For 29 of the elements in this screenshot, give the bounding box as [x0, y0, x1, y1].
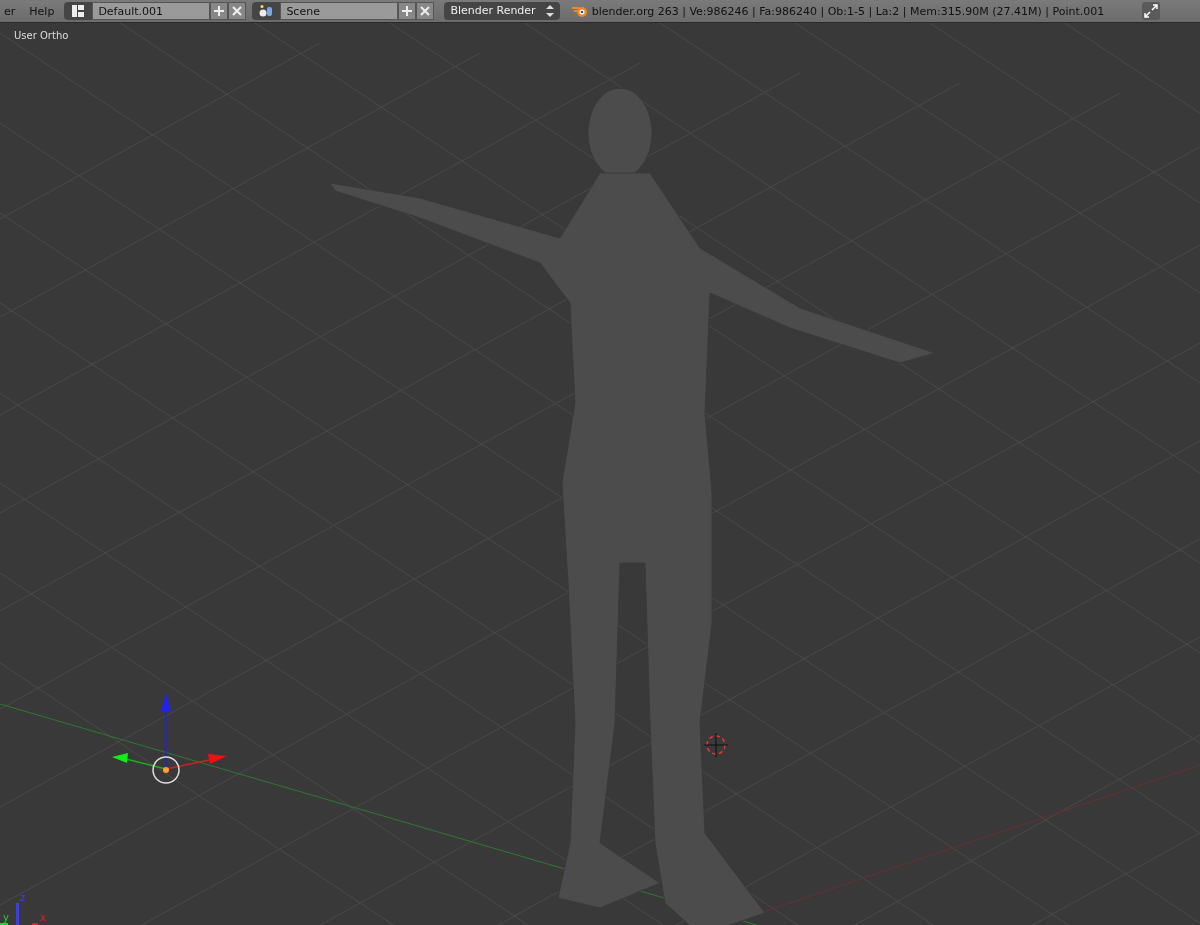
menu-item[interactable]: Help	[25, 4, 59, 18]
render-engine-dropdown[interactable]: Blender Render	[444, 2, 560, 20]
expand-arrows-icon	[1144, 4, 1159, 18]
transform-manipulator-icon	[112, 693, 227, 784]
axis-label: y	[3, 913, 9, 923]
screen-layout-button[interactable]	[64, 2, 93, 20]
add-button[interactable]	[398, 2, 417, 20]
close-icon	[419, 5, 432, 17]
add-button[interactable]	[210, 2, 229, 20]
scene-statistics: blender.org 263 | Ve:986246 | Fa:986240 | Ob:1-5 | La:2 | Mem:315.90M (27.41M) | Point.001	[591, 4, 1105, 18]
blender-logo-icon	[571, 4, 588, 18]
close-button[interactable]	[228, 2, 247, 20]
layout-icon	[71, 4, 86, 18]
axis-label: z	[20, 893, 26, 903]
plus-icon	[401, 5, 414, 17]
close-button[interactable]	[416, 2, 435, 20]
close-icon	[231, 5, 244, 17]
scene-button[interactable]	[252, 2, 281, 20]
menu-item[interactable]: er	[0, 4, 20, 18]
3d-viewport[interactable]: User Ortho y z x	[0, 23, 1200, 925]
view-label: User Ortho	[14, 30, 69, 41]
plus-icon	[213, 5, 226, 17]
scene-name-field[interactable]: Scene	[280, 2, 399, 20]
layout-name-field[interactable]: Default.001	[92, 2, 211, 20]
scene-icon	[259, 4, 274, 18]
axis-label: x	[40, 913, 46, 923]
fullscreen-button[interactable]	[1142, 2, 1161, 20]
3d-cursor-icon	[703, 732, 729, 758]
up-down-arrows-icon	[545, 5, 554, 17]
